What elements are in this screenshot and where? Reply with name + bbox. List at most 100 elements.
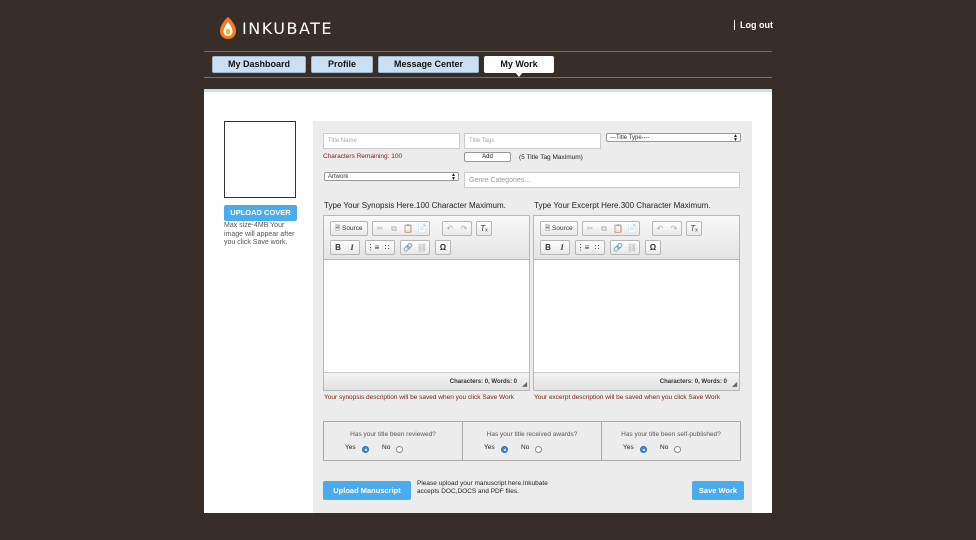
format-group: Tₓ	[476, 221, 492, 236]
radio-yes[interactable]	[362, 446, 369, 453]
characters-remaining: Characters Remaining: 100	[323, 153, 403, 160]
add-tag-button[interactable]: Add	[464, 152, 511, 162]
tab-my-work[interactable]: My Work	[484, 56, 554, 77]
bold-icon[interactable]: B	[541, 241, 555, 254]
list-group: ⋮≡ ∷	[365, 240, 395, 255]
brand-name: INKUBATE	[242, 18, 334, 38]
italic-icon[interactable]: I	[555, 241, 569, 254]
cut-icon[interactable]: ✂	[373, 222, 387, 235]
nav-divider	[204, 77, 772, 78]
title-name-input[interactable]: Title Name	[323, 133, 460, 149]
manuscript-note: Please upload your manuscript here.Inkub…	[417, 480, 548, 495]
redo-icon[interactable]: ↷	[457, 222, 471, 235]
special-character-icon[interactable]: Ω	[646, 241, 660, 254]
link-group: 🔗 ⛓	[610, 240, 640, 255]
synopsis-text-area[interactable]	[324, 260, 529, 374]
tag-maximum-note: (5 Title Tag Maximum)	[519, 154, 583, 161]
excerpt-toolbar: 🗎 Source ✂ ⧉ 📋 📄 ↶ ↷ Tₓ B I ⋮≡ ∷ 🔗 ⛓ Ω	[534, 216, 739, 260]
synopsis-toolbar: 🗎 Source ✂ ⧉ 📋 📄 ↶ ↷ Tₓ B I ⋮≡ ∷ 🔗 ⛓ Ω	[324, 216, 529, 260]
italic-icon[interactable]: I	[345, 241, 359, 254]
style-group: B I	[540, 240, 570, 255]
resize-grip-icon[interactable]: ◢	[522, 382, 527, 388]
excerpt-counter-text: Characters: 0, Words: 0	[659, 379, 727, 385]
title-type-select[interactable]: ---Title Type---- ▲ ▼	[606, 133, 741, 143]
synopsis-counter-text: Characters: 0, Words: 0	[449, 379, 517, 385]
cut-icon[interactable]: ✂	[583, 222, 597, 235]
synopsis-editor[interactable]: 🗎 Source ✂ ⧉ 📋 📄 ↶ ↷ Tₓ B I ⋮≡ ∷ 🔗 ⛓ Ω C…	[323, 215, 530, 391]
bulleted-list-icon[interactable]: ∷	[590, 241, 604, 254]
radio-no[interactable]	[396, 446, 403, 453]
inkubate-logo[interactable]: INKUBATE	[219, 16, 333, 40]
synopsis-heading: Type Your Synopsis Here.100 Character Ma…	[324, 201, 506, 210]
logout-link[interactable]: Log out	[734, 20, 773, 30]
question-text: Has your title received awards?	[486, 431, 578, 438]
clipboard-group: ✂ ⧉ 📋 📄	[582, 221, 640, 236]
copy-icon[interactable]: ⧉	[387, 222, 401, 235]
category-value: Artwork	[328, 174, 349, 180]
excerpt-editor[interactable]: 🗎 Source ✂ ⧉ 📋 📄 ↶ ↷ Tₓ B I ⋮≡ ∷ 🔗 ⛓ Ω C…	[533, 215, 740, 391]
remove-format-icon[interactable]: Tₓ	[477, 222, 491, 235]
source-label: Source	[552, 225, 573, 232]
source-doc-icon: 🗎	[335, 225, 341, 232]
special-char-group: Ω	[645, 240, 661, 255]
question-text: Has your title been reviewed?	[350, 431, 436, 438]
excerpt-text-area[interactable]	[534, 260, 739, 374]
paste-icon[interactable]: 📋	[401, 222, 415, 235]
option-yes-label: Yes	[484, 444, 495, 451]
synopsis-word-count: Characters: 0, Words: 0 ◢	[324, 372, 529, 390]
source-group: 🗎 Source	[540, 221, 578, 236]
special-char-group: Ω	[435, 240, 451, 255]
paste-icon[interactable]: 📋	[611, 222, 625, 235]
remove-format-icon[interactable]: Tₓ	[687, 222, 701, 235]
numbered-list-icon[interactable]: ⋮≡	[576, 241, 590, 254]
unlink-icon[interactable]: ⛓	[415, 241, 429, 254]
option-no-label: No	[660, 444, 669, 451]
option-yes-label: Yes	[623, 444, 634, 451]
radio-yes[interactable]	[640, 446, 647, 453]
question-text: Has your title been self-published?	[621, 431, 721, 438]
title-tags-input[interactable]: Title Tags	[464, 133, 601, 149]
source-group: 🗎 Source	[330, 221, 368, 236]
list-group: ⋮≡ ∷	[575, 240, 605, 255]
question-awards: Has your title received awards? Yes No	[463, 422, 602, 460]
egg-logo-icon	[220, 17, 236, 39]
clipboard-group: ✂ ⧉ 📋 📄	[372, 221, 430, 236]
style-group: B I	[330, 240, 360, 255]
bold-icon[interactable]: B	[331, 241, 345, 254]
special-character-icon[interactable]: Ω	[436, 241, 450, 254]
bulleted-list-icon[interactable]: ∷	[380, 241, 394, 254]
excerpt-word-count: Characters: 0, Words: 0 ◢	[534, 372, 739, 390]
unlink-icon[interactable]: ⛓	[625, 241, 639, 254]
source-button[interactable]: 🗎 Source	[541, 222, 577, 235]
title-type-value: ---Title Type----	[610, 135, 650, 141]
save-work-button[interactable]: Save Work	[692, 481, 744, 500]
redo-icon[interactable]: ↷	[667, 222, 681, 235]
upload-cover-button[interactable]: UPLOAD COVER	[224, 205, 297, 221]
copy-icon[interactable]: ⧉	[597, 222, 611, 235]
select-arrows-icon: ▲ ▼	[733, 133, 738, 143]
genre-categories-input[interactable]: Genre Categories...	[464, 172, 740, 188]
link-icon[interactable]: 🔗	[611, 241, 625, 254]
tab-message-center[interactable]: Message Center	[378, 56, 479, 73]
history-group: ↶ ↷	[652, 221, 682, 236]
radio-no[interactable]	[674, 446, 681, 453]
numbered-list-icon[interactable]: ⋮≡	[366, 241, 380, 254]
paste-text-icon[interactable]: 📄	[415, 222, 429, 235]
link-icon[interactable]: 🔗	[401, 241, 415, 254]
question-reviewed: Has your title been reviewed? Yes No	[324, 422, 463, 460]
tab-profile[interactable]: Profile	[311, 56, 373, 73]
upload-manuscript-button[interactable]: Upload Manuscript	[323, 481, 411, 500]
paste-text-icon[interactable]: 📄	[625, 222, 639, 235]
source-button[interactable]: 🗎 Source	[331, 222, 367, 235]
radio-yes[interactable]	[501, 446, 508, 453]
undo-icon[interactable]: ↶	[443, 222, 457, 235]
excerpt-heading: Type Your Excerpt Here.300 Character Max…	[534, 201, 711, 210]
category-select[interactable]: Artwork ▲ ▼	[324, 172, 459, 182]
source-label: Source	[342, 225, 363, 232]
tab-my-dashboard[interactable]: My Dashboard	[212, 56, 306, 73]
radio-no[interactable]	[535, 446, 542, 453]
resize-grip-icon[interactable]: ◢	[732, 382, 737, 388]
excerpt-note: Your excerpt description will be saved w…	[534, 394, 721, 401]
undo-icon[interactable]: ↶	[653, 222, 667, 235]
header-divider	[204, 51, 772, 52]
